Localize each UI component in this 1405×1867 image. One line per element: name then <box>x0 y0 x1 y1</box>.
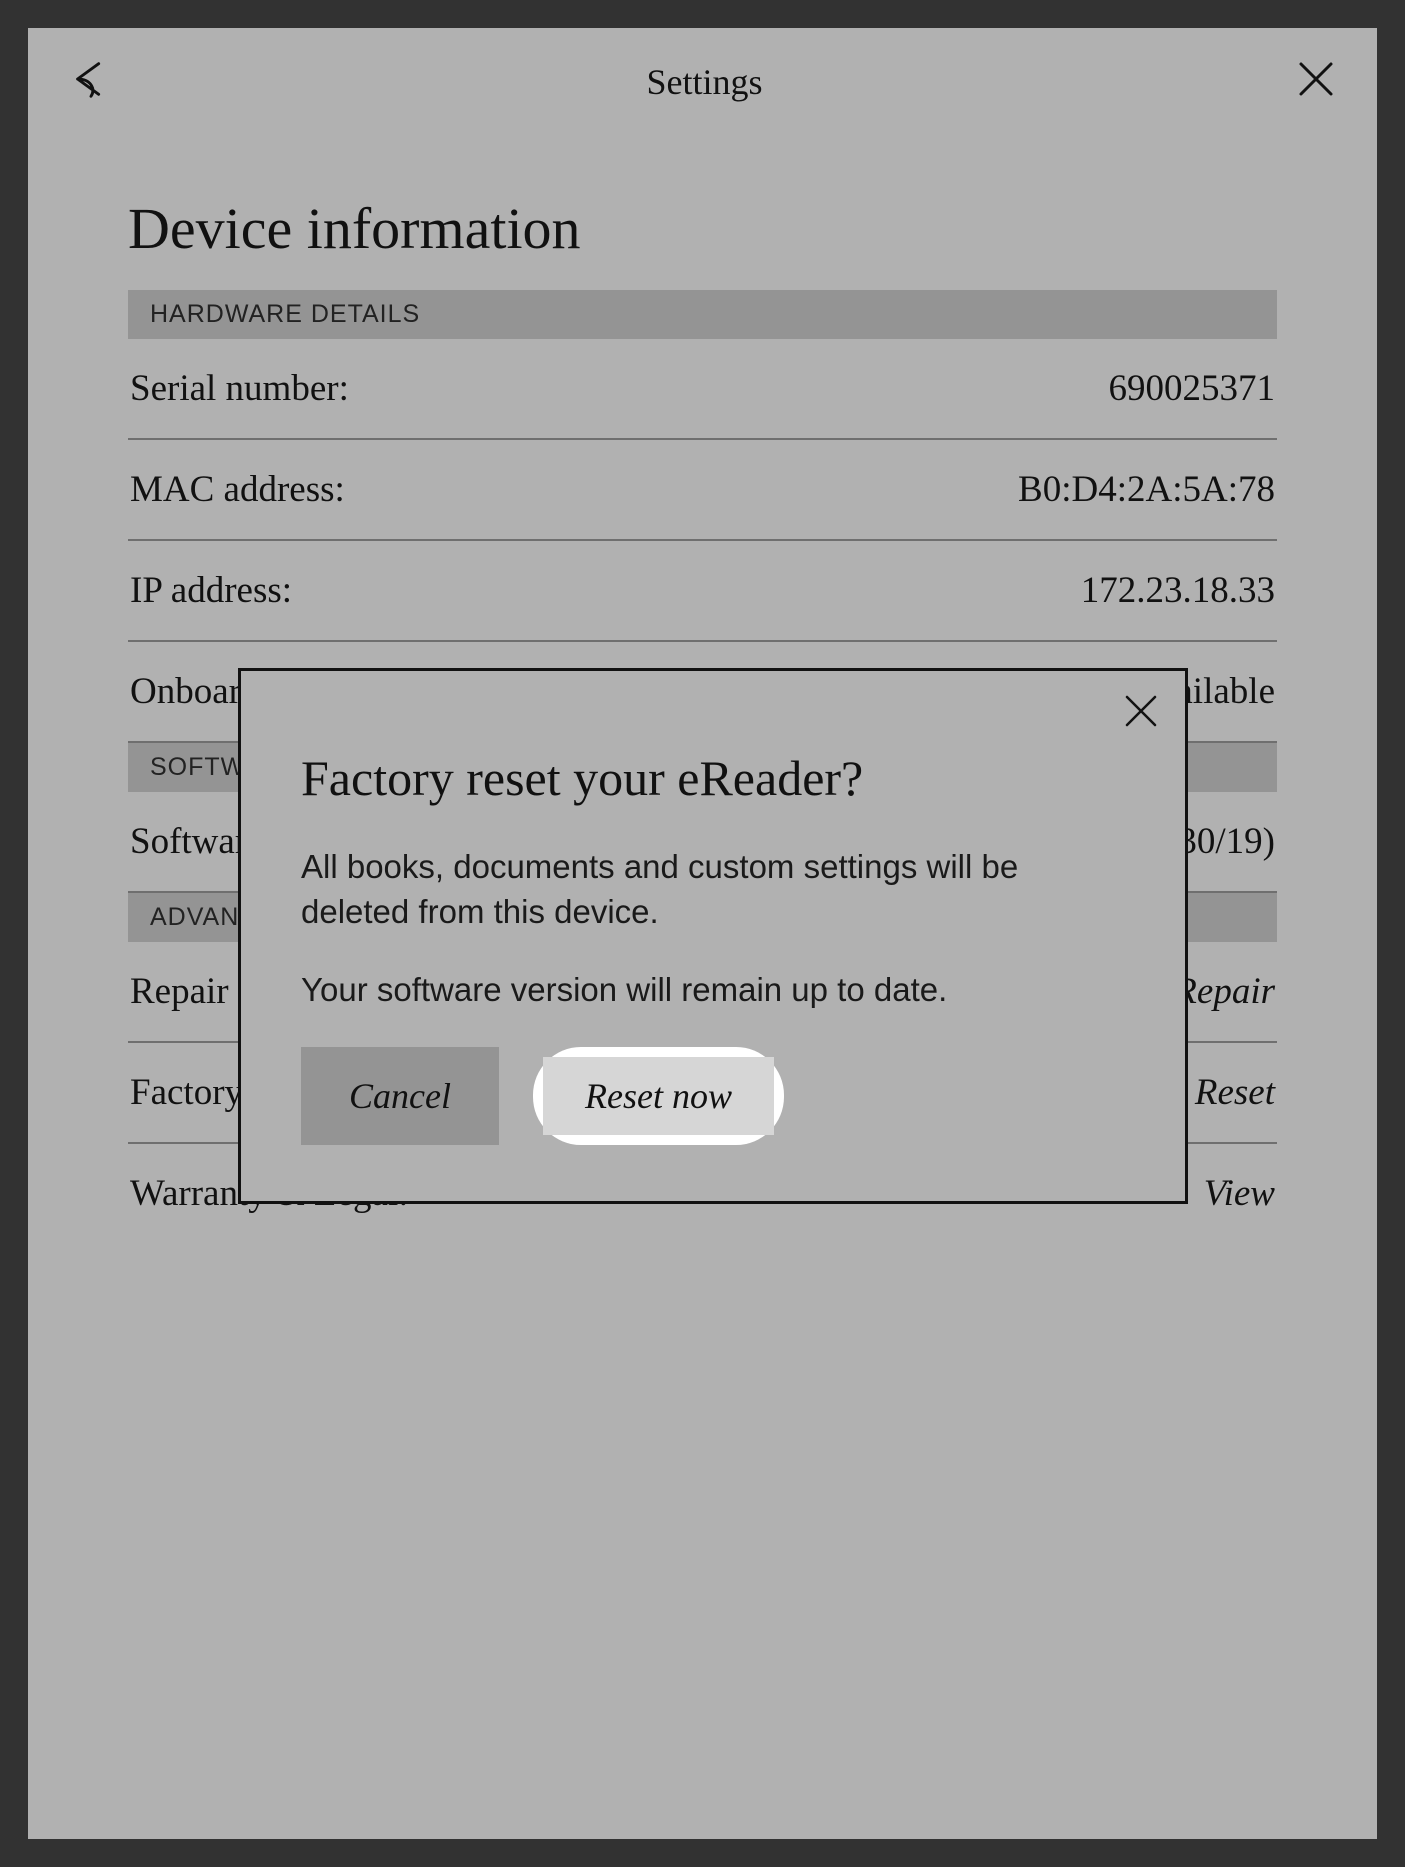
mac-label: MAC address: <box>130 468 345 511</box>
ip-value: 172.23.18.33 <box>1081 569 1275 612</box>
back-button[interactable] <box>68 56 114 107</box>
factory-reset-dialog: Factory reset your eReader? All books, d… <box>238 668 1188 1204</box>
mac-value: B0:D4:2A:5A:78 <box>1018 468 1275 511</box>
serial-label: Serial number: <box>130 367 349 410</box>
close-icon <box>1123 693 1159 729</box>
dialog-actions: Cancel Reset now <box>301 1047 1125 1145</box>
reset-now-highlight: Reset now <box>533 1047 784 1145</box>
screen: Settings Device information HARDWARE DET… <box>28 28 1377 1839</box>
factory-action[interactable]: Reset <box>1195 1071 1275 1114</box>
dialog-close-button[interactable] <box>1123 693 1159 734</box>
repair-action[interactable]: Repair <box>1174 970 1275 1013</box>
row-serial: Serial number: 690025371 <box>128 339 1277 440</box>
section-hardware-header: HARDWARE DETAILS <box>128 290 1277 339</box>
back-arrow-icon <box>68 56 114 102</box>
ip-label: IP address: <box>130 569 292 612</box>
device-frame: Settings Device information HARDWARE DET… <box>0 0 1405 1867</box>
dialog-body: All books, documents and custom settings… <box>301 845 1125 1013</box>
close-icon <box>1295 58 1337 100</box>
topbar: Settings <box>28 28 1377 125</box>
close-settings-button[interactable] <box>1295 58 1337 105</box>
serial-value: 690025371 <box>1109 367 1276 410</box>
dialog-text-1: All books, documents and custom settings… <box>301 845 1121 934</box>
row-ip: IP address: 172.23.18.33 <box>128 541 1277 642</box>
reset-now-button[interactable]: Reset now <box>543 1057 774 1135</box>
page-title: Device information <box>28 125 1377 290</box>
dialog-title: Factory reset your eReader? <box>301 749 1125 807</box>
warranty-action[interactable]: View <box>1204 1172 1275 1215</box>
cancel-button[interactable]: Cancel <box>301 1047 499 1145</box>
page-header-title: Settings <box>646 61 762 103</box>
row-mac: MAC address: B0:D4:2A:5A:78 <box>128 440 1277 541</box>
dialog-text-2: Your software version will remain up to … <box>301 968 1121 1013</box>
